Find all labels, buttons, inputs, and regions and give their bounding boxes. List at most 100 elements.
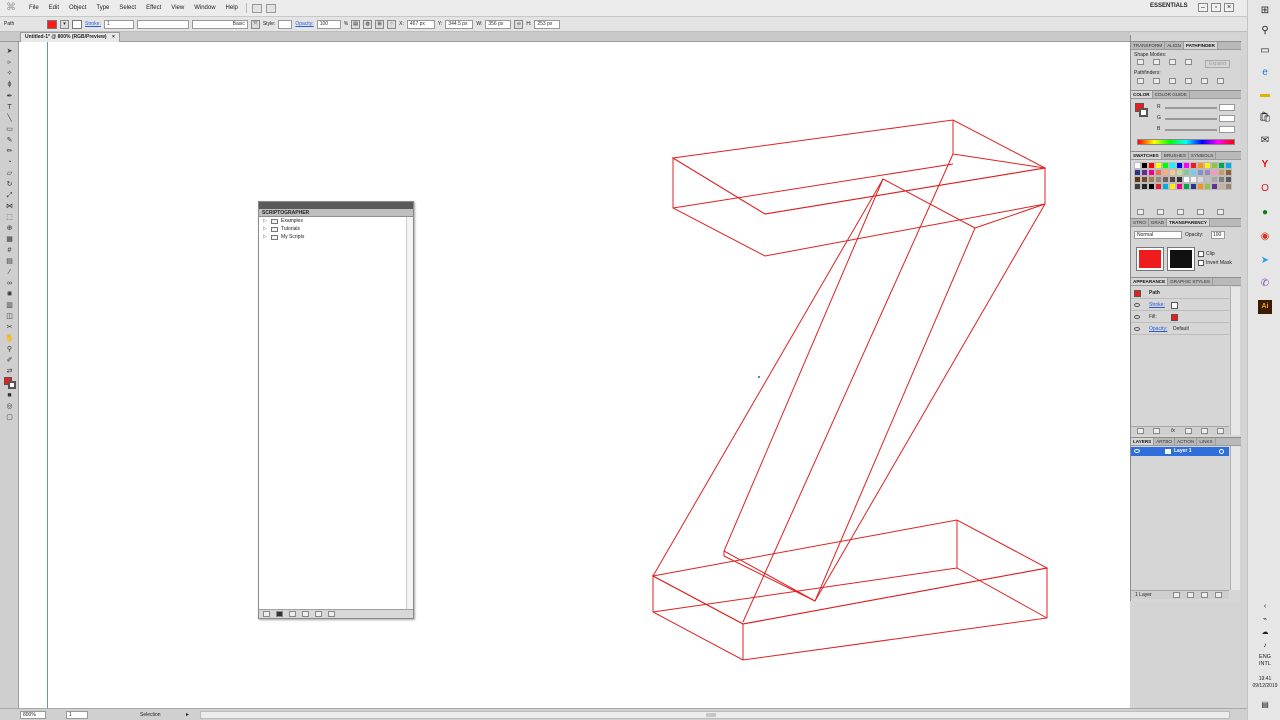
console-icon[interactable] — [302, 611, 309, 617]
tab-graphic-styles[interactable]: GRAPHIC STYLES — [1168, 278, 1213, 285]
x-field[interactable]: 467 px — [406, 19, 435, 29]
crop-icon[interactable] — [1185, 78, 1192, 84]
fx-icon[interactable]: fx — [1171, 427, 1175, 436]
tab-transparency[interactable]: TRANSPARENCY — [1167, 219, 1210, 226]
telegram-icon[interactable]: ➤ — [1258, 254, 1272, 268]
unite-icon[interactable] — [1137, 59, 1144, 65]
color-swatch[interactable] — [1141, 169, 1148, 176]
hand-tool-icon[interactable]: ✋ — [5, 335, 14, 343]
color-swatch[interactable] — [1225, 176, 1232, 183]
blend-tool-icon[interactable]: ∞ — [5, 280, 14, 288]
color-swatch[interactable] — [1197, 183, 1204, 190]
menu-object[interactable]: Object — [64, 5, 91, 11]
document-close-icon[interactable]: × — [112, 34, 115, 40]
red-slider[interactable]: R — [1137, 104, 1235, 111]
column-graph-tool-icon[interactable]: ▥ — [5, 302, 14, 310]
xbox-icon[interactable]: ● — [1258, 206, 1272, 220]
delete-item-icon[interactable] — [1217, 428, 1224, 434]
y-field[interactable]: 344.5 px — [445, 19, 474, 29]
stop-script-icon[interactable] — [276, 611, 283, 617]
channel-value-field[interactable] — [1219, 104, 1235, 111]
color-swatch[interactable] — [1141, 183, 1148, 190]
visibility-eye-icon[interactable] — [1134, 303, 1140, 307]
visibility-eye-icon[interactable] — [1134, 315, 1140, 319]
tab-layers[interactable]: LAYERS — [1131, 438, 1155, 445]
color-swatch[interactable] — [1211, 183, 1218, 190]
color-swatch[interactable] — [1155, 183, 1162, 190]
menu-help[interactable]: Help — [221, 5, 243, 11]
blend-mode-select[interactable]: Normal — [1134, 231, 1182, 239]
line-tool-icon[interactable]: ╲ — [5, 115, 14, 123]
artboard-number-field[interactable]: 1 — [66, 711, 88, 719]
appearance-fill-row[interactable]: Fill: — [1131, 312, 1229, 323]
tab-actions[interactable]: ACTION — [1175, 438, 1198, 445]
color-swatch[interactable] — [1162, 162, 1169, 169]
free-transform-tool-icon[interactable]: ⬚ — [5, 214, 14, 222]
clip-checkbox[interactable] — [1198, 251, 1204, 257]
tab-links[interactable]: LINKS — [1197, 438, 1216, 445]
channel-value-field[interactable] — [1219, 115, 1235, 122]
screen-mode-icon[interactable]: ▢ — [5, 414, 14, 422]
chevron-up-icon[interactable]: ‹ — [1258, 600, 1272, 614]
color-swatch[interactable] — [1211, 169, 1218, 176]
stroke-row-label[interactable]: Stroke: — [1149, 300, 1165, 311]
stroke-weight-field[interactable]: 1 — [103, 19, 134, 29]
tab-artboards[interactable]: ARTBO — [1154, 438, 1175, 445]
align-icon[interactable]: ⊞ — [375, 19, 385, 29]
layers-scrollbar[interactable] — [1230, 446, 1240, 590]
clear-appearance-icon[interactable] — [1185, 428, 1192, 434]
store-icon[interactable]: 🛍 — [1258, 111, 1272, 125]
color-swatch[interactable] — [1190, 183, 1197, 190]
shape-builder-tool-icon[interactable]: ⊕ — [5, 225, 14, 233]
make-clipping-mask-icon[interactable] — [1187, 592, 1194, 598]
menu-view[interactable]: View — [166, 5, 189, 11]
selection-tool-icon[interactable]: ➤ — [5, 48, 14, 56]
color-swatch[interactable] — [1211, 162, 1218, 169]
tab-gradient[interactable]: GRAD — [1149, 219, 1168, 226]
color-swatch[interactable] — [1197, 169, 1204, 176]
search-icon[interactable]: ⚲ — [1258, 24, 1272, 38]
brush-field[interactable]: Basic — [191, 19, 248, 29]
intersect-icon[interactable] — [1169, 59, 1176, 65]
paintbrush-tool-icon[interactable]: ✎ — [5, 137, 14, 145]
windows-start-icon[interactable]: ⊞ — [1258, 4, 1272, 18]
color-swatch[interactable] — [1134, 176, 1141, 183]
color-swatch[interactable] — [1155, 162, 1162, 169]
invert-mask-checkbox[interactable] — [1198, 260, 1204, 266]
menu-effect[interactable]: Effect — [141, 5, 166, 11]
onedrive-icon[interactable]: ☁ — [1258, 626, 1272, 640]
notifications-icon[interactable]: ▤ — [1258, 698, 1272, 712]
artboard-tool-icon[interactable]: ◫ — [5, 313, 14, 321]
color-swatch[interactable] — [1218, 169, 1225, 176]
horizontal-scroll-thumb[interactable] — [706, 713, 716, 717]
restore-icon[interactable]: ▫ — [1211, 3, 1221, 12]
color-swatch[interactable] — [1183, 183, 1190, 190]
slider-track[interactable] — [1165, 129, 1217, 131]
layer-name[interactable]: Layer 1 — [1174, 447, 1192, 456]
delete-script-icon[interactable] — [328, 611, 335, 617]
tab-pathfinder[interactable]: PATHFINDER — [1183, 42, 1218, 49]
blob-brush-tool-icon[interactable]: ◔ — [5, 159, 14, 167]
color-swatch[interactable] — [1197, 162, 1204, 169]
minus-back-icon[interactable] — [1217, 78, 1224, 84]
channel-value-field[interactable] — [1219, 126, 1235, 133]
color-swatch[interactable] — [1148, 162, 1155, 169]
add-stroke-icon[interactable] — [1137, 428, 1144, 434]
gradient-tool-icon[interactable]: ▤ — [5, 258, 14, 266]
color-swatch[interactable] — [1162, 169, 1169, 176]
swatch-options-icon[interactable] — [1177, 209, 1184, 215]
document-tab[interactable]: Untitled-1* @ 800% (RGB/Preview) × — [20, 32, 120, 42]
color-swatch[interactable] — [1141, 162, 1148, 169]
color-swatch[interactable] — [1176, 183, 1183, 190]
expand-triangle-icon[interactable]: ▷ — [263, 225, 267, 233]
appearance-opacity-row[interactable]: Opacity: Default — [1131, 324, 1229, 335]
color-swatch[interactable] — [1162, 176, 1169, 183]
color-swatch[interactable] — [1169, 183, 1176, 190]
stroke-swatch[interactable] — [72, 19, 82, 29]
layer-target-icon[interactable] — [1219, 449, 1224, 454]
rotate-tool-icon[interactable]: ↻ — [5, 181, 14, 189]
zoom-field[interactable]: 800% — [20, 711, 46, 719]
scriptographer-tool-icon[interactable]: ✐ — [5, 357, 14, 365]
mesh-tool-icon[interactable]: # — [5, 247, 14, 255]
document-setup-icon[interactable]: ▤ — [351, 19, 361, 29]
